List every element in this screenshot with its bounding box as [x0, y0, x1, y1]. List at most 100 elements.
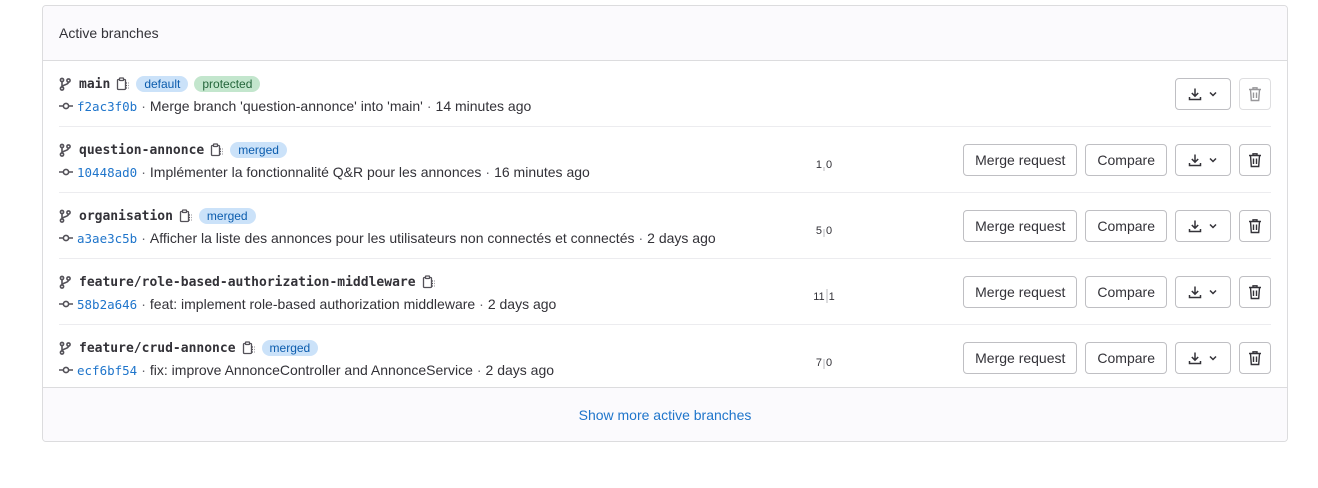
- copy-branch-name-icon[interactable]: [179, 209, 193, 223]
- merged-badge: merged: [198, 208, 256, 224]
- branch-name[interactable]: question-annonce: [79, 143, 204, 158]
- commit-message: Merge branch 'question-annonce' into 'ma…: [149, 98, 423, 114]
- branch-icon: [59, 77, 73, 91]
- commit-sha-link[interactable]: a3ae3c5b: [77, 231, 137, 246]
- download-dropdown-button[interactable]: [1175, 210, 1231, 242]
- separator-dot: ·: [426, 98, 432, 114]
- branch-name-line: feature/role-based-authorization-middlew…: [59, 272, 436, 292]
- branch-name-line: main default protected: [59, 74, 261, 94]
- compare-button[interactable]: Compare: [1085, 342, 1167, 374]
- merge-request-button[interactable]: Merge request: [963, 276, 1078, 308]
- commit-message: Afficher la liste des annonces pour les …: [149, 230, 635, 246]
- branch-actions: Merge request Compare: [963, 276, 1271, 308]
- branch-icon: [59, 341, 73, 355]
- trash-icon: [1248, 350, 1262, 366]
- delete-branch-button[interactable]: [1239, 78, 1271, 110]
- commit-icon: [59, 99, 73, 113]
- trash-icon: [1248, 218, 1262, 234]
- separator-dot: ·: [638, 230, 644, 246]
- branch-name[interactable]: feature/role-based-authorization-middlew…: [79, 275, 416, 290]
- divergence-bar: [823, 229, 825, 237]
- delete-branch-button[interactable]: [1239, 342, 1271, 374]
- download-dropdown-button[interactable]: [1175, 78, 1231, 110]
- protected-badge: protected: [194, 76, 261, 92]
- panel-footer: Show more active branches: [43, 387, 1287, 441]
- commit-line: ecf6bf54 · fix: improve AnnonceController …: [59, 360, 739, 380]
- branch-name-line: question-annonce merged: [59, 140, 287, 160]
- commit-icon: [59, 297, 73, 311]
- commits-behind-count: 11: [813, 291, 825, 303]
- branch-actions: Merge request Compare: [963, 144, 1271, 176]
- separator-dot: ·: [141, 296, 146, 312]
- divergence-bar: [823, 167, 825, 171]
- commits-ahead-count: 1: [828, 291, 835, 303]
- commit-sha-link[interactable]: ecf6bf54: [77, 363, 137, 378]
- commit-time: 2 days ago: [485, 362, 555, 378]
- separator-dot: ·: [141, 98, 146, 114]
- branch-name[interactable]: feature/crud-annonce: [79, 341, 236, 356]
- branch-list: main default protected f2ac3f0b · Merge branc…: [43, 61, 1287, 391]
- branch-row: feature/role-based-authorization-middlew…: [59, 259, 1271, 325]
- trash-icon: [1248, 152, 1262, 168]
- merge-request-button[interactable]: Merge request: [963, 210, 1078, 242]
- commit-icon: [59, 363, 73, 377]
- branch-name[interactable]: main: [79, 77, 110, 92]
- separator-dot: ·: [141, 362, 146, 378]
- copy-branch-name-icon[interactable]: [116, 77, 130, 91]
- divergence-graph: 11 1: [811, 283, 837, 303]
- commit-line: 58b2a646 · feat: implement role-based auth…: [59, 294, 739, 314]
- panel-title: Active branches: [59, 25, 159, 41]
- download-dropdown-button[interactable]: [1175, 342, 1231, 374]
- chevron-down-icon: [1208, 221, 1218, 231]
- download-dropdown-button[interactable]: [1175, 144, 1231, 176]
- commit-sha-link[interactable]: 58b2a646: [77, 297, 137, 312]
- separator-dot: ·: [485, 164, 491, 180]
- branch-icon: [59, 275, 73, 289]
- commit-time: 2 days ago: [487, 296, 557, 312]
- branch-icon: [59, 143, 73, 157]
- delete-branch-button[interactable]: [1239, 210, 1271, 242]
- download-icon: [1188, 285, 1202, 299]
- commits-behind-count: 7: [815, 357, 822, 369]
- chevron-down-icon: [1208, 89, 1218, 99]
- commit-time: 2 days ago: [647, 230, 716, 246]
- branch-icon: [59, 209, 73, 223]
- compare-button[interactable]: Compare: [1085, 276, 1167, 308]
- branch-name-line: feature/crud-annonce merged: [59, 338, 319, 358]
- download-dropdown-button[interactable]: [1175, 276, 1231, 308]
- download-icon: [1188, 351, 1202, 365]
- branch-actions: [1175, 78, 1271, 110]
- commits-behind-count: 5: [815, 225, 822, 237]
- download-icon: [1188, 87, 1202, 101]
- merge-request-button[interactable]: Merge request: [963, 342, 1078, 374]
- default-badge: default: [136, 76, 189, 92]
- commit-sha-link[interactable]: 10448ad0: [77, 165, 137, 180]
- branch-row: question-annonce merged 10448ad0 · Implément…: [59, 127, 1271, 193]
- commit-time: 16 minutes ago: [494, 164, 590, 180]
- trash-icon: [1248, 86, 1262, 102]
- merged-badge: merged: [261, 340, 319, 356]
- divergence-bar: [823, 359, 825, 369]
- branch-name[interactable]: organisation: [79, 209, 173, 224]
- branch-row: feature/crud-annonce merged ecf6bf54 · fix: …: [59, 325, 1271, 391]
- compare-button[interactable]: Compare: [1085, 210, 1167, 242]
- commit-line: a3ae3c5b · Afficher la liste des annonces …: [59, 228, 739, 248]
- branch-name-line: organisation merged: [59, 206, 256, 226]
- compare-button[interactable]: Compare: [1085, 144, 1167, 176]
- delete-branch-button[interactable]: [1239, 144, 1271, 176]
- commit-sha-link[interactable]: f2ac3f0b: [77, 99, 137, 114]
- trash-icon: [1248, 284, 1262, 300]
- commit-message: feat: implement role-based authorization…: [149, 296, 476, 312]
- copy-branch-name-icon[interactable]: [242, 341, 256, 355]
- branch-actions: Merge request Compare: [963, 342, 1271, 374]
- merged-badge: merged: [230, 142, 287, 158]
- copy-branch-name-icon[interactable]: [422, 275, 436, 289]
- commit-icon: [59, 165, 73, 179]
- separator-dot: ·: [476, 362, 482, 378]
- branch-actions: Merge request Compare: [963, 210, 1271, 242]
- commit-message: fix: improve AnnonceController and Annon…: [149, 362, 473, 378]
- delete-branch-button[interactable]: [1239, 276, 1271, 308]
- copy-branch-name-icon[interactable]: [210, 143, 224, 157]
- merge-request-button[interactable]: Merge request: [963, 144, 1078, 176]
- show-more-branches-link[interactable]: Show more active branches: [579, 407, 752, 423]
